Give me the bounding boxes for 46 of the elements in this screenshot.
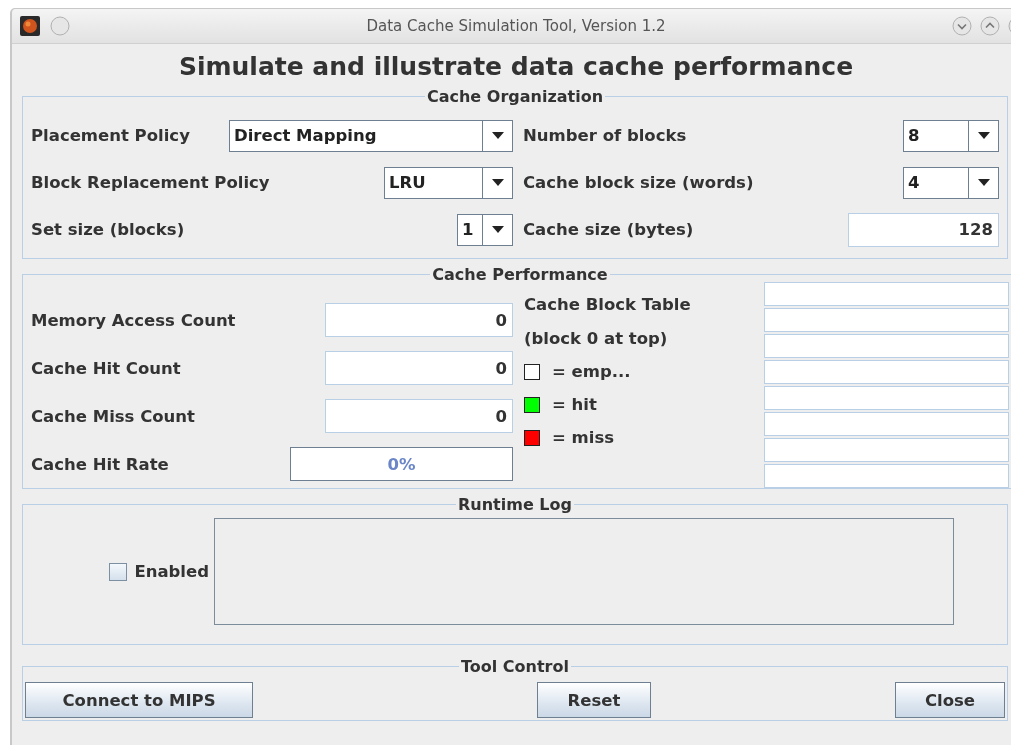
caret-icon (977, 178, 990, 187)
field-label: Cache size (bytes) (523, 220, 694, 239)
legend-label: = emp... (552, 362, 631, 381)
checkbox[interactable] (109, 562, 128, 581)
caret-icon (491, 131, 504, 140)
tool-button[interactable]: Connect to MIPS (25, 682, 253, 718)
maximize-button[interactable] (980, 16, 1000, 36)
app-icon (20, 16, 40, 36)
dropdown[interactable]: 4 (903, 166, 999, 199)
field-label: Set size (blocks) (31, 220, 185, 239)
field-label: Cache Hit Count (31, 358, 181, 378)
hit-rate-bar: 0% (290, 447, 513, 481)
caret-icon (491, 178, 504, 187)
caret-icon (977, 131, 990, 140)
dropdown[interactable]: 1 (457, 213, 513, 246)
group-title: Cache Organization (426, 87, 604, 106)
field-label: Cache Hit Rate (31, 454, 169, 474)
field-label: Block Replacement Policy (31, 173, 270, 192)
counter-field: 0 (325, 351, 513, 385)
tool-button[interactable]: Close (895, 682, 1005, 718)
heading: Simulate and illustrate data cache performance (178, 51, 854, 83)
caret-icon (491, 225, 504, 234)
field-label: Cache block size (words) (523, 173, 754, 192)
group-title: Tool Control (461, 657, 569, 676)
tool-button[interactable]: Reset (537, 682, 651, 718)
text-field[interactable]: 128 (848, 212, 999, 247)
minimize-button[interactable] (952, 16, 972, 36)
group-title: Runtime Log (458, 495, 572, 514)
legend-label: = hit (552, 395, 597, 414)
group-title: Cache Performance (432, 265, 608, 284)
counter-field: 0 (325, 303, 513, 337)
field-label: Number of blocks (523, 126, 687, 145)
window-title: Data Cache Simulation Tool, Version 1.2 (366, 17, 666, 35)
field-label: Memory Access Count (31, 310, 236, 330)
field-label: Placement Policy (31, 126, 190, 145)
dropdown[interactable]: Direct Mapping (229, 119, 513, 152)
checkbox-label[interactable]: Enabled (134, 562, 209, 581)
table-title: Cache Block Table (524, 295, 692, 314)
dropdown[interactable]: LRU (384, 166, 513, 199)
counter-field: 0 (325, 399, 513, 433)
field-label: Cache Miss Count (31, 406, 195, 426)
legend-label: = miss (552, 428, 615, 447)
menu-circle-button[interactable] (50, 16, 70, 36)
dropdown[interactable]: 8 (903, 119, 999, 152)
log-text-area[interactable] (214, 518, 954, 625)
table-subtitle: (block 0 at top) (524, 329, 669, 348)
